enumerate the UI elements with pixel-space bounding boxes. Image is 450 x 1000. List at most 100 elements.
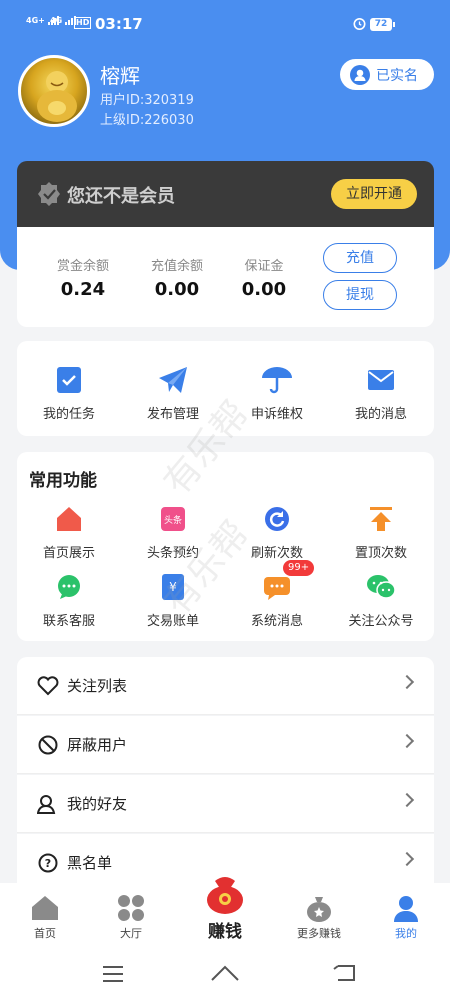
tab-home[interactable]: 首页 [0,893,90,941]
tab-earn-label: 赚钱 [208,922,242,942]
customer-service-label: 联系客服 [42,614,95,629]
appeal-item[interactable]: 申诉维权 [225,363,329,422]
tab-hall[interactable]: 大厅 [86,893,176,941]
umbrella-icon [262,367,292,394]
chevron-right-icon [399,851,415,867]
follow-list-label: 关注列表 [67,677,128,695]
common-functions-title: 常用功能 [29,471,97,491]
follow-official-label: 关注公众号 [348,614,414,629]
svg-text:?: ? [45,857,51,870]
wechat-icon [367,575,396,599]
tab-earn[interactable]: 赚钱 [180,875,270,942]
my-messages-label: 我的消息 [354,407,407,422]
bill-icon: ¥ [162,574,184,600]
recharge-balance-label: 充值余额 [150,259,203,274]
publish-manage-label: 发布管理 [146,407,199,422]
battery-icon: 72 [370,18,395,31]
blocked-users-label: 屏蔽用户 [67,736,128,754]
chevron-right-icon [399,674,415,690]
user-icon [350,64,370,85]
svg-text:¥: ¥ [169,580,177,594]
customer-service-item[interactable]: 联系客服 [17,570,121,629]
my-tasks-item[interactable]: 我的任务 [17,363,121,422]
tab-more-earn-label: 更多赚钱 [297,927,341,940]
grid-icon [118,895,144,921]
blocked-users-row[interactable]: 屏蔽用户 [17,716,434,774]
recharge-button[interactable]: 充值 [323,243,397,273]
chevron-right-icon [399,792,415,808]
bag-icon [307,897,331,922]
common-functions-card: 常用功能 首页展示 头条 头条预约 刷新次数 置顶次数 联系客服 ¥ 交易账单 … [17,452,434,641]
my-friends-label: 我的好友 [67,795,128,813]
system-nav-bar [0,953,450,1000]
paper-plane-icon [159,367,187,393]
tab-mine-label: 我的 [395,927,417,940]
system-message-item[interactable]: 99+ 系统消息 [225,560,329,629]
blacklist-label: 黑名单 [67,854,113,872]
parent-id: 上级ID:226030 [100,113,194,128]
pin-top-count-item[interactable]: 置顶次数 [329,502,433,561]
headline-icon: 头条 [161,507,185,531]
status-time: 03:17 [95,15,143,33]
menu-icon[interactable] [102,965,124,983]
chevron-right-icon [399,733,415,749]
withdraw-button[interactable]: 提现 [323,280,397,310]
block-icon [38,735,58,754]
deposit-label: 保证金 [244,259,284,274]
headline-booking-item[interactable]: 头条 头条预约 [121,502,225,561]
pin-top-count-label: 置顶次数 [354,546,407,561]
publish-manage-item[interactable]: 发布管理 [121,363,225,422]
hd-icon: HD [74,17,92,29]
status-bar: 4G+ 4G HD 03:17 72 [0,0,450,50]
person-icon [394,896,418,922]
refresh-icon [265,507,289,531]
home-tab-icon [32,896,58,920]
system-message-label: 系统消息 [250,614,303,629]
signal-4g-icon: 4G [50,16,77,25]
appeal-label: 申诉维权 [250,407,303,422]
quick-actions-card: 我的任务 发布管理 申诉维权 我的消息 [17,341,434,436]
alarm-icon [353,18,366,30]
question-icon: ? [38,853,58,872]
bounty-balance-label: 赏金余额 [56,259,109,274]
home-icon [57,507,81,531]
money-bag-icon [207,877,243,914]
user-id: 用户ID:320319 [100,93,194,108]
follow-list-row[interactable]: 关注列表 [17,657,434,715]
user-name: 榕辉 [100,64,140,88]
recharge-balance-value: 0.00 [154,279,200,300]
refresh-count-label: 刷新次数 [250,546,303,561]
pin-top-icon [370,507,392,531]
friends-icon [37,794,56,814]
transaction-bill-label: 交易账单 [146,614,199,629]
follow-official-item[interactable]: 关注公众号 [329,570,433,629]
verified-label: 已实名 [376,67,418,84]
tab-hall-label: 大厅 [120,927,142,940]
tab-mine[interactable]: 我的 [361,893,450,941]
home-display-label: 首页展示 [42,546,95,561]
mail-icon [368,370,394,390]
balance-card: 赏金余额 0.24 充值余额 0.00 保证金 0.00 充值 提现 [17,227,434,327]
my-friends-row[interactable]: 我的好友 [17,775,434,833]
bottom-tab-bar: 首页 大厅 赚钱 更多赚钱 我的 [0,877,450,953]
refresh-count-item[interactable]: 刷新次数 [225,502,329,561]
headline-booking-label: 头条预约 [146,546,199,561]
chat-icon [58,575,80,599]
transaction-bill-item[interactable]: ¥ 交易账单 [121,570,225,629]
deposit-value: 0.00 [241,279,287,300]
verified-button[interactable]: 已实名 [340,59,434,90]
back-icon[interactable] [332,964,356,982]
home-display-item[interactable]: 首页展示 [17,502,121,561]
tab-more-earn[interactable]: 更多赚钱 [274,893,364,941]
bounty-balance-value: 0.24 [60,279,106,300]
task-icon [57,367,81,393]
unread-badge: 99+ [283,560,315,576]
vip-badge-icon [38,182,60,206]
tab-home-label: 首页 [34,927,56,940]
my-messages-item[interactable]: 我的消息 [329,363,433,422]
activate-vip-button[interactable]: 立即开通 [331,179,417,209]
my-tasks-label: 我的任务 [42,407,95,422]
heart-icon [37,675,59,695]
avatar[interactable] [18,55,90,127]
home-nav-icon[interactable] [210,963,240,983]
